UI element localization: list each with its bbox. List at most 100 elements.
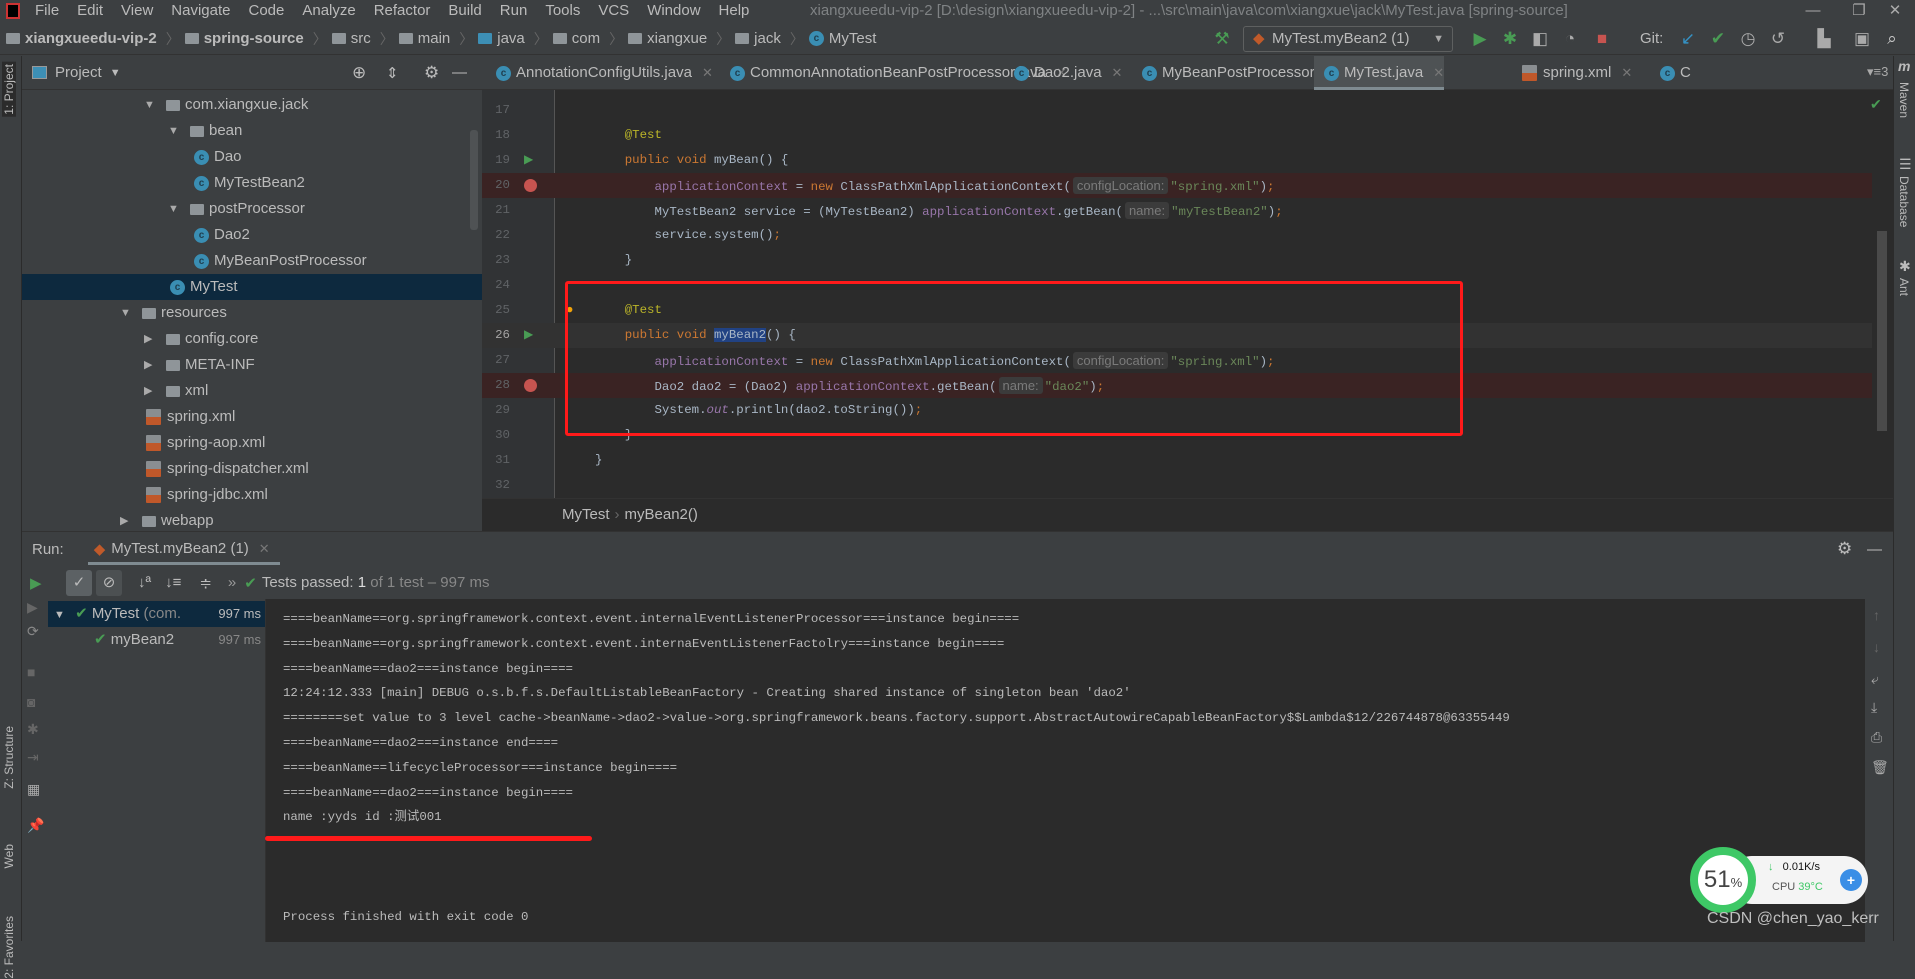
history-icon[interactable]: ◷ [1736,28,1760,50]
menu-navigate[interactable]: Navigate [162,0,239,22]
ant-tool-tab[interactable]: Ant [1897,278,1911,296]
collapse-all-icon[interactable]: ⇕ [386,64,399,82]
sort-duration-icon[interactable]: ↓≡ [165,574,181,591]
scroll-to-end-icon[interactable]: ⤓ [1871,699,1877,716]
editor-tab[interactable]: c Dao2.java ✕ [1004,56,1122,90]
chevron-right-icon[interactable]: ▶ [120,508,128,531]
down-arrow-icon[interactable]: ↓ [1873,639,1880,655]
close-icon[interactable]: ✕ [702,65,713,80]
close-icon[interactable]: ✕ [259,541,270,557]
chevron-down-icon[interactable]: ▼ [168,196,179,222]
plus-icon[interactable]: + [1840,869,1862,891]
tree-item[interactable]: ▼ bean [22,118,482,144]
stop-icon[interactable]: ■ [1590,28,1614,50]
trash-icon[interactable]: 🗑 [1871,759,1889,776]
camera-icon[interactable]: ◙ [27,694,35,710]
memory-gauge[interactable]: 51% [1690,847,1756,913]
tree-item[interactable]: ▼ resources [22,300,482,326]
tabs-overflow-button[interactable]: ▾≡3 [1867,64,1888,80]
breadcrumb-item[interactable]: com [552,30,600,47]
tree-item[interactable]: c MyTestBean2 [22,170,482,196]
expand-all-icon[interactable]: ≑ [199,574,212,592]
editor-scrollbar[interactable] [1877,231,1887,431]
structure-tool-tab[interactable]: Z: Structure [2,726,16,789]
close-icon[interactable]: ✕ [1112,65,1123,80]
git-commit-icon[interactable]: ✔ [1706,28,1730,50]
editor-tab[interactable]: c AnnotationConfigUtils.java ✕ [486,56,713,90]
tree-item[interactable]: ▶ META-INF [22,352,482,378]
menu-analyze[interactable]: Analyze [293,0,364,22]
up-arrow-icon[interactable]: ↑ [1873,607,1880,623]
chevron-right-icon[interactable]: ▶ [144,378,152,404]
menu-edit[interactable]: Edit [68,0,112,22]
run-icon[interactable]: ▶ [1468,28,1492,50]
gear-icon[interactable]: ⚙ [1837,539,1852,559]
breadcrumb-item[interactable]: java [478,30,525,47]
code-line[interactable]: 31} [482,448,1872,473]
rerun-failed-icon[interactable]: ▶ [27,599,38,616]
breakpoint-icon[interactable] [524,379,537,392]
tree-item[interactable]: ▼ com.xiangxue.jack [22,92,482,118]
tree-item[interactable]: spring-aop.xml [22,430,482,456]
chevron-right-icon[interactable]: ▶ [144,326,152,352]
crumb-class[interactable]: MyTest [562,506,610,523]
pin-icon[interactable]: 📌 [27,817,44,834]
breadcrumb-item[interactable]: xiangxue [628,30,707,47]
code-line[interactable]: 17 [482,98,1872,123]
code-line[interactable]: 21 MyTestBean2 service = (MyTestBean2) a… [482,198,1872,223]
tree-item[interactable]: c Dao [22,144,482,170]
coverage-icon[interactable]: ◧ [1528,28,1552,50]
editor-tab[interactable]: c MyTest.java ✕ [1314,56,1445,90]
git-update-icon[interactable]: ↙ [1676,28,1700,50]
import-icon[interactable]: ⇥ [27,749,39,766]
breadcrumb-item[interactable]: c MyTest [808,30,876,47]
tree-item[interactable]: spring-dispatcher.xml [22,456,482,482]
menu-help[interactable]: Help [710,0,759,22]
tree-item[interactable]: c Dao2 [22,222,482,248]
menu-vcs[interactable]: VCS [589,0,638,22]
close-icon[interactable]: ✕ [1433,65,1444,80]
more-icon[interactable]: » [228,574,236,591]
tree-item[interactable]: ▼ postProcessor [22,196,482,222]
chevron-right-icon[interactable]: ▶ [144,352,152,378]
profile-icon[interactable]: ◔ [1558,28,1582,50]
chevron-down-icon[interactable]: ▼ [168,118,179,144]
debug-icon[interactable]: ✱ [1498,28,1522,50]
project-structure-icon[interactable]: ▙ [1812,28,1836,50]
stop-icon[interactable]: ■ [27,664,35,680]
minimize-button[interactable]: — [1790,0,1836,22]
chevron-down-icon[interactable]: ▼ [110,67,121,79]
soft-wrap-icon[interactable]: ⤶ [1871,671,1879,688]
database-tool-tab[interactable]: Database [1897,176,1911,227]
debug-icon[interactable]: ✱ [27,721,39,738]
tree-item[interactable]: ▶ config.core [22,326,482,352]
hide-icon[interactable]: — [452,64,467,81]
tree-item[interactable]: c MyTest [22,274,482,300]
breadcrumb-item[interactable]: src [331,30,371,47]
test-suite-row[interactable]: ▼ ✔ MyTest (com. 997 ms [48,601,265,627]
code-line[interactable]: 32 [482,473,1872,498]
web-tool-tab[interactable]: Web [2,844,16,868]
breadcrumb-item[interactable]: spring-source [184,30,304,47]
project-tool-tab[interactable]: 1: Project [2,62,16,117]
layout-icon[interactable]: ▦ [27,781,40,798]
project-scrollbar[interactable] [470,130,478,230]
build-hammer-icon[interactable]: ⚒ [1210,28,1234,50]
run-configuration-select[interactable]: ◆ MyTest.myBean2 (1) ▼ [1243,26,1453,52]
menu-view[interactable]: View [112,0,162,22]
run-test-gutter-icon[interactable]: ▶ [524,323,533,348]
show-ignored-toggle[interactable]: ⊘ [96,569,122,596]
menu-window[interactable]: Window [638,0,709,22]
tree-item[interactable]: ▶ xml [22,378,482,404]
locate-icon[interactable]: ⊕ [352,63,366,83]
crumb-method[interactable]: myBean2() [625,506,698,523]
rollback-icon[interactable]: ↺ [1766,28,1790,50]
editor-tab[interactable]: spring.xml ✕ [1512,56,1632,90]
rerun-icon[interactable]: ▶ [30,574,56,592]
close-icon[interactable]: ✕ [1621,65,1632,80]
chevron-down-icon[interactable]: ▼ [144,92,155,118]
search-icon[interactable]: ⌕ [1880,28,1904,50]
code-line[interactable]: 22 service.system(); [482,223,1872,248]
chevron-down-icon[interactable]: ▼ [120,300,131,326]
project-view-select[interactable]: Project [55,64,102,81]
